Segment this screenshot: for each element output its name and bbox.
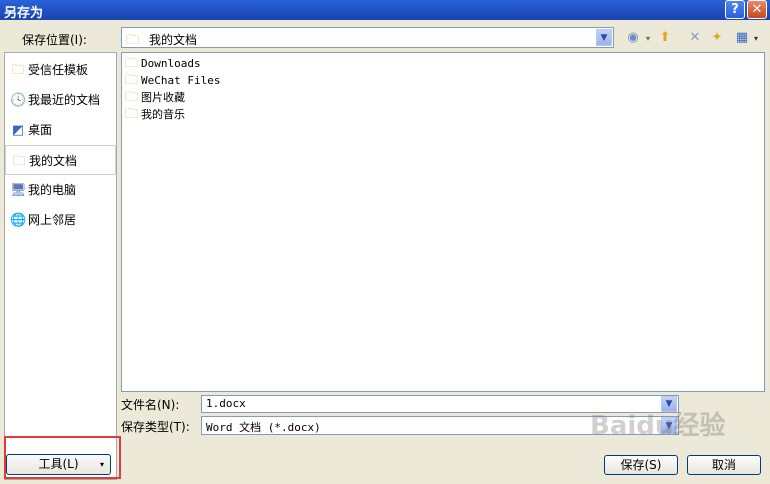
new-folder-icon[interactable]: ✦ (708, 30, 726, 46)
up-folder-icon[interactable]: ⬆ (656, 30, 674, 46)
chevron-down-icon[interactable]: ▼ (596, 29, 612, 46)
folder-icon: 🗀 (125, 56, 139, 71)
place-trusted-templates[interactable]: 🗀 受信任模板 (5, 55, 116, 85)
place-label: 网上邻居 (28, 213, 77, 227)
file-name: 图片收藏 (141, 91, 185, 104)
my-documents-icon: 🗀 (126, 33, 140, 48)
templates-folder-icon: 🗀 (11, 63, 25, 78)
save-button[interactable]: 保存(S) (604, 455, 678, 475)
window-title: 另存为 (4, 6, 44, 21)
folder-icon: 🗀 (125, 73, 139, 88)
place-label: 我的文档 (29, 154, 78, 168)
save-in-label: 保存位置(I): (22, 33, 87, 47)
list-item[interactable]: 🗀 Downloads (125, 55, 201, 72)
places-bar: 🗀 受信任模板 🕓 我最近的文档 ◩ 桌面 🗀 我的文档 🖥我的电脑 🌐 网上邻居 (4, 52, 117, 480)
file-name: 我的音乐 (141, 108, 185, 121)
my-computer-icon: 🖥 (10, 183, 27, 198)
music-folder-icon: 🗀 (125, 107, 139, 122)
title-bar[interactable]: 另存为 ? ✕ (0, 0, 770, 21)
cancel-button[interactable]: 取消 (687, 455, 761, 475)
list-item[interactable]: 🗀 图片收藏 (125, 89, 185, 106)
network-places-icon: 🌐 (10, 213, 27, 228)
place-my-computer[interactable]: 🖥我的电脑 (5, 175, 116, 205)
back-icon[interactable]: ◉ (624, 30, 642, 46)
place-desktop[interactable]: ◩ 桌面 (5, 115, 116, 145)
save-in-value: 我的文档 (149, 33, 198, 47)
file-name: WeChat Files (141, 74, 221, 87)
filetype-label: 保存类型(T): (121, 420, 190, 434)
filename-label: 文件名(N): (121, 398, 180, 412)
file-name: Downloads (141, 57, 201, 70)
views-icon[interactable]: ▦ (733, 30, 751, 46)
back-dropdown-icon[interactable]: ▾ (646, 34, 650, 43)
list-item[interactable]: 🗀 我的音乐 (125, 106, 185, 123)
place-network[interactable]: 🌐 网上邻居 (5, 205, 116, 235)
place-label: 我的电脑 (28, 183, 77, 197)
help-button[interactable]: ? (725, 0, 745, 19)
place-label: 我最近的文档 (28, 93, 101, 107)
filename-value: 1.docx (206, 397, 246, 410)
desktop-icon: ◩ (11, 123, 25, 138)
place-my-documents[interactable]: 🗀 我的文档 (5, 145, 116, 175)
close-button[interactable]: ✕ (747, 0, 767, 19)
my-documents-icon: 🗀 (12, 154, 26, 169)
place-label: 桌面 (28, 123, 53, 137)
delete-icon[interactable]: ✕ (686, 30, 704, 46)
highlight-annotation (4, 436, 121, 479)
pictures-folder-icon: 🗀 (125, 90, 139, 105)
save-in-dropdown[interactable]: 🗀 我的文档 ▼ (121, 27, 614, 48)
filetype-value: Word 文档 (*.docx) (206, 421, 321, 434)
list-item[interactable]: 🗀 WeChat Files (125, 72, 220, 89)
place-recent-documents[interactable]: 🕓 我最近的文档 (5, 85, 116, 115)
recent-documents-icon: 🕓 (10, 93, 27, 108)
views-dropdown-icon[interactable]: ▾ (754, 34, 758, 43)
file-list[interactable]: 🗀 Downloads 🗀 WeChat Files 🗀 图片收藏 🗀 我的音乐 (121, 52, 765, 392)
place-label: 受信任模板 (28, 63, 89, 77)
baidu-watermark: Baidu经验 (590, 411, 726, 441)
